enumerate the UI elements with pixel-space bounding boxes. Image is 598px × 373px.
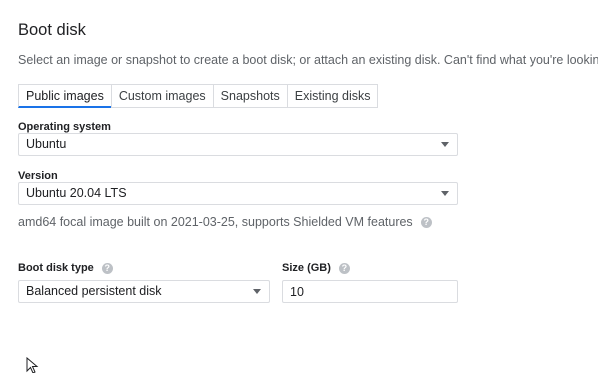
disk-type-select-value: Balanced persistent disk (26, 284, 162, 298)
os-select[interactable]: Ubuntu (18, 133, 458, 156)
tab-existing-disks[interactable]: Existing disks (286, 84, 379, 108)
help-circle-icon[interactable]: ? (338, 262, 350, 274)
disk-type-select[interactable]: Balanced persistent disk (18, 280, 270, 303)
size-label-text: Size (GB) (282, 262, 331, 274)
os-select-value: Ubuntu (26, 137, 67, 151)
section-description: Select an image or snapshot to create a … (18, 53, 598, 67)
version-select-value: Ubuntu 20.04 LTS (26, 186, 127, 200)
tab-snapshots[interactable]: Snapshots (212, 84, 288, 108)
chevron-down-icon (441, 191, 449, 196)
version-select[interactable]: Ubuntu 20.04 LTS (18, 182, 458, 205)
image-info-text: amd64 focal image built on 2021-03-25, s… (18, 215, 413, 229)
size-input[interactable] (282, 280, 458, 303)
image-source-tabs: Public images Custom images Snapshots Ex… (18, 84, 379, 108)
section-title: Boot disk (18, 21, 86, 39)
version-label-text: Version (18, 170, 58, 182)
os-label-text: Operating system (18, 121, 111, 133)
image-info: amd64 focal image built on 2021-03-25, s… (18, 215, 432, 229)
help-circle-icon[interactable]: ? (101, 262, 113, 274)
chevron-down-icon (253, 289, 261, 294)
version-label: Version (18, 170, 58, 182)
tab-custom-images[interactable]: Custom images (110, 84, 214, 108)
disk-type-label: Boot disk type ? (18, 262, 113, 274)
help-circle-icon[interactable]: ? (420, 216, 432, 228)
disk-type-label-text: Boot disk type (18, 262, 94, 274)
chevron-down-icon (441, 142, 449, 147)
tab-public-images[interactable]: Public images (18, 84, 112, 108)
size-label: Size (GB) ? (282, 262, 350, 274)
boot-disk-panel: Boot disk Select an image or snapshot to… (0, 0, 598, 373)
mouse-pointer-icon (26, 357, 39, 373)
os-label: Operating system (18, 121, 111, 133)
